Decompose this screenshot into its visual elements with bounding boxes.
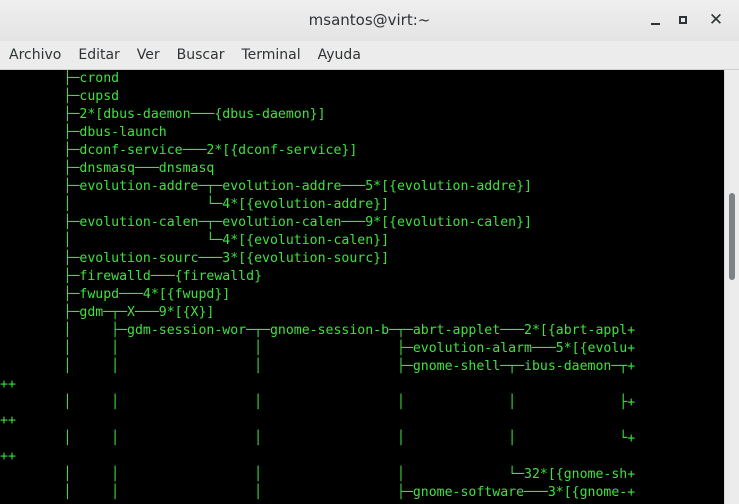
terminal-line: ├─dconf-service───2*[{dconf-service}]	[0, 143, 358, 158]
terminal-line: ├─dnsmasq───dnsmasq	[0, 161, 215, 176]
menu-ayuda[interactable]: Ayuda	[309, 47, 369, 63]
terminal-line: │ │ │ ├─evolution-alarm───5*[{evolu+	[0, 341, 636, 356]
terminal-line: │ │ │ │ └─32*[{gnome-sh+	[0, 467, 636, 482]
window-title: msantos@virt:~	[308, 11, 431, 29]
terminal-line: ├─dbus-launch	[0, 125, 167, 140]
menu-archivo[interactable]: Archivo	[0, 47, 69, 63]
terminal-line: ├─firewalld───{firewalld}	[0, 269, 263, 284]
terminal-output[interactable]: ├─crond ├─cupsd ├─2*[dbus-daemon───{dbus…	[0, 70, 724, 504]
terminal-lines: ├─crond ├─cupsd ├─2*[dbus-daemon───{dbus…	[0, 70, 724, 502]
terminal-line: ++	[0, 449, 16, 464]
menu-terminal[interactable]: Terminal	[232, 47, 308, 63]
menu-editar[interactable]: Editar	[69, 47, 127, 63]
scrollbar-thumb[interactable]	[729, 193, 735, 280]
terminal-line: │ │ │ │ │ └+	[0, 431, 636, 446]
vertical-scrollbar[interactable]	[724, 70, 739, 504]
terminal-line: │ ├─gdm-session-wor─┬─gnome-session-b─┬─…	[0, 323, 636, 338]
terminal-line: ├─gdm─┬─X───9*[{X}]	[0, 305, 215, 320]
minimize-button[interactable]	[643, 8, 667, 32]
terminal-line: │ │ │ ├─gnome-shell─┬─ibus-daemon─┬+	[0, 359, 636, 374]
menu-buscar[interactable]: Buscar	[168, 47, 233, 63]
terminal-line: │ └─4*[{evolution-calen}]	[0, 233, 390, 248]
terminal-line: ├─fwupd───4*[{fwupd}]	[0, 287, 231, 302]
maximize-button[interactable]	[671, 8, 695, 32]
title-bar[interactable]: msantos@virt:~ ✕	[0, 0, 739, 42]
terminal-line: ├─crond	[0, 71, 120, 86]
terminal-line: ├─evolution-calen─┬─evolution-calen───9*…	[0, 215, 532, 230]
menu-bar: Archivo Editar Ver Buscar Terminal Ayuda	[0, 41, 739, 70]
minimize-icon	[650, 23, 660, 25]
terminal-line: │ └─4*[{evolution-addre}]	[0, 197, 390, 212]
terminal-line: │ │ │ ├─gnome-software───3*[{gnome-+	[0, 485, 636, 500]
menu-ver[interactable]: Ver	[128, 47, 168, 63]
terminal-line: ++	[0, 377, 16, 392]
close-button[interactable]: ✕	[704, 8, 728, 32]
maximize-icon	[679, 16, 687, 24]
terminal-line: ├─evolution-sourc───3*[{evolution-sourc}…	[0, 251, 390, 266]
close-icon: ✕	[708, 9, 724, 30]
terminal-line: ++	[0, 413, 16, 428]
terminal-line: │ │ │ │ │ ├+	[0, 395, 636, 410]
terminal-line: ├─2*[dbus-daemon───{dbus-daemon}]	[0, 107, 326, 122]
terminal-line: ├─cupsd	[0, 89, 120, 104]
terminal-line: ├─evolution-addre─┬─evolution-addre───5*…	[0, 179, 532, 194]
